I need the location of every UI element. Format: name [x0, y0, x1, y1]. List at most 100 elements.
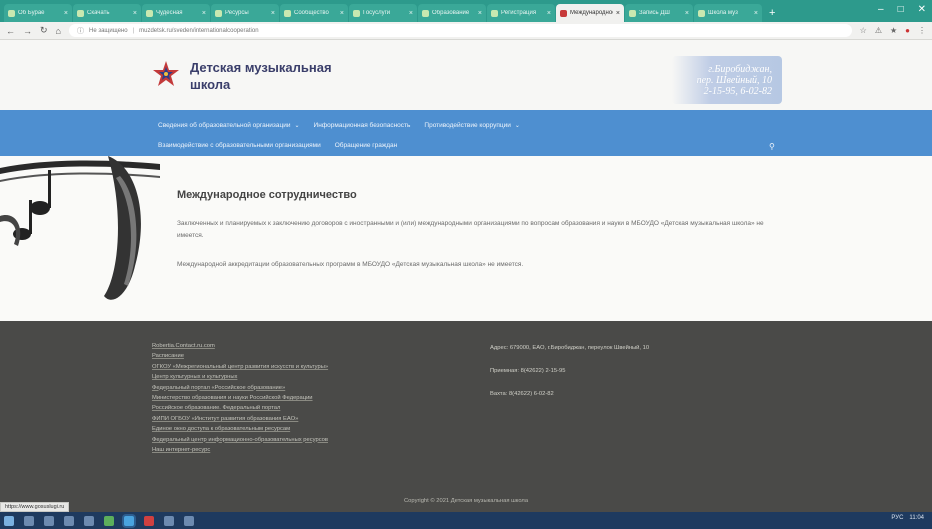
bookmark-star-icon[interactable]: ☆ — [860, 26, 867, 35]
warning-icon[interactable]: ⚠ — [875, 26, 882, 35]
nav-row-1: Сведения об образовательной организации ⌄… — [158, 122, 520, 129]
tab-close-icon[interactable]: × — [685, 10, 689, 17]
footer-link[interactable]: Единое окно доступа к образовательным ре… — [152, 424, 328, 434]
browser-tab[interactable]: Чудесная × — [142, 4, 210, 22]
reload-icon[interactable]: ↻ — [40, 25, 48, 36]
tab-label: Школа муз — [708, 10, 738, 16]
school-logo-icon[interactable] — [152, 60, 180, 90]
new-tab-button[interactable]: + — [769, 7, 775, 19]
app-green-icon[interactable] — [104, 515, 114, 526]
tab-close-icon[interactable]: × — [271, 10, 275, 17]
info-icon[interactable]: ⓘ — [77, 26, 84, 36]
browser-tab[interactable]: Образование × — [418, 4, 486, 22]
maximize-icon[interactable]: □ — [898, 4, 904, 15]
task-view-icon[interactable] — [44, 515, 54, 526]
link-status-bubble: https://www.gosuslugi.ru — [0, 502, 70, 512]
tab-close-icon[interactable]: × — [202, 10, 206, 17]
tab-close-icon[interactable]: × — [754, 10, 758, 17]
nav-item-label: Информационная безопасность — [313, 122, 411, 129]
browser-tab[interactable]: Госуслуги × — [349, 4, 417, 22]
main-navigation: Сведения об образовательной организации ⌄… — [0, 110, 932, 156]
tab-label: Регистрация — [501, 10, 537, 16]
nav-item[interactable]: Сведения об образовательной организации ⌄ — [158, 122, 300, 129]
browser-taskbar-icon[interactable] — [124, 515, 134, 526]
browser-tab[interactable]: Сообщество × — [280, 4, 348, 22]
forward-icon[interactable]: → — [23, 26, 32, 36]
footer-link[interactable]: Расписание — [152, 351, 328, 361]
footer-link[interactable]: Центр культурных и культурных — [152, 372, 328, 382]
tab-label: Запись ДШ — [639, 10, 670, 16]
url-security-label: Не защищено — [88, 27, 128, 34]
extension-icon[interactable]: ★ — [890, 26, 897, 35]
nav-item-label: Противодействие коррупции — [424, 122, 511, 129]
home-icon[interactable]: ⌂ — [56, 26, 61, 36]
tab-close-icon[interactable]: × — [547, 10, 551, 17]
footer-link[interactable]: Наш интернет-ресурс — [152, 445, 328, 455]
footer-link[interactable]: Министерство образования и науки Российс… — [152, 393, 328, 403]
tab-close-icon[interactable]: × — [616, 10, 620, 17]
url-field[interactable]: ⓘ Не защищено | muzdetsk.ru/sveden/inter… — [68, 24, 852, 37]
tray-language[interactable]: РУС — [891, 515, 903, 521]
browser-tab[interactable]: Ресурсы × — [211, 4, 279, 22]
app-store-icon[interactable] — [184, 515, 194, 526]
search-taskbar-icon[interactable] — [24, 515, 34, 526]
nav-item[interactable]: Противодействие коррупции ⌄ — [424, 122, 519, 129]
footer-link[interactable]: ФИПИ ОГБОУ «Институт развития образовани… — [152, 414, 328, 424]
tab-close-icon[interactable]: × — [409, 10, 413, 17]
nav-item[interactable]: Информационная безопасность — [314, 122, 411, 129]
tab-close-icon[interactable]: × — [133, 10, 137, 17]
tab-favicon-icon — [284, 9, 291, 17]
browser-tab[interactable]: Об Бурае × — [4, 4, 72, 22]
tab-favicon-icon — [77, 9, 84, 17]
browser-tab[interactable]: Международное × — [556, 4, 624, 22]
browser-tab[interactable]: Скачать × — [73, 4, 141, 22]
tab-favicon-icon — [491, 9, 498, 17]
cooperation-agreements-text: Заключенных и планируемых к заключению д… — [177, 220, 764, 239]
tab-favicon-icon — [422, 9, 429, 17]
profile-icon[interactable]: ● — [905, 26, 910, 35]
page-heading: Международное сотрудничество — [177, 189, 357, 201]
footer-links: Robertia.Contact.ru.com Расписание ОГКОУ «… — [152, 341, 328, 455]
tab-label: Сообщество — [294, 10, 329, 16]
site-title[interactable]: Детская музыкальная школа — [190, 59, 350, 93]
tab-close-icon[interactable]: × — [64, 10, 68, 17]
app-red-icon[interactable] — [144, 515, 154, 526]
tray-clock[interactable]: 11:04 — [909, 515, 924, 521]
nav-row-2: Взаимодействие с образовательными органи… — [158, 142, 397, 149]
nav-item[interactable]: Взаимодействие с образовательными органи… — [158, 142, 321, 149]
app-icon[interactable] — [84, 515, 94, 526]
footer-link[interactable]: Федеральный центр информационно-образова… — [152, 435, 328, 445]
chevron-down-icon[interactable]: ⌄ — [515, 123, 520, 129]
site-footer: Robertia.Contact.ru.com Расписание ОГКОУ «… — [0, 321, 932, 512]
tab-label: Об Бурае — [18, 10, 45, 16]
nav-item-label: Обращение граждан — [334, 142, 398, 149]
tab-close-icon[interactable]: × — [478, 10, 482, 17]
footer-link[interactable]: Федеральный портал «Российское образован… — [152, 383, 328, 393]
browser-tab[interactable]: Школа муз × — [694, 4, 762, 22]
browser-tab[interactable]: Регистрация × — [487, 4, 555, 22]
footer-link[interactable]: Robertia.Contact.ru.com — [152, 341, 328, 351]
menu-icon[interactable]: ⋮ — [918, 26, 926, 35]
window-controls: – □ ✕ — [878, 4, 926, 15]
tab-favicon-icon — [698, 9, 705, 17]
search-icon[interactable]: ⚲ — [769, 142, 775, 151]
explorer-icon[interactable] — [64, 515, 74, 526]
tab-close-icon[interactable]: × — [340, 10, 344, 17]
os-taskbar: РУС 11:04 — [0, 512, 932, 529]
footer-link[interactable]: ОГКОУ «Межрегиональный центр развития ис… — [152, 362, 328, 372]
tab-favicon-icon — [629, 9, 636, 17]
chevron-down-icon[interactable]: ⌄ — [295, 123, 300, 129]
start-menu-icon[interactable] — [4, 515, 14, 526]
back-icon[interactable]: ← — [6, 26, 15, 36]
tab-favicon-icon — [353, 9, 360, 17]
content-area: Международное сотрудничество Заключенных… — [0, 156, 932, 321]
close-window-icon[interactable]: ✕ — [918, 4, 926, 15]
app-blue-icon[interactable] — [164, 515, 174, 526]
tab-favicon-icon — [215, 9, 222, 17]
copyright: Copyright © 2021 Детская музыкальная шко… — [403, 498, 529, 504]
browser-tab[interactable]: Запись ДШ × — [625, 4, 693, 22]
nav-item-label: Взаимодействие с образовательными органи… — [158, 142, 321, 149]
footer-link[interactable]: Российское образование. Федеральный порт… — [152, 403, 328, 413]
minimize-icon[interactable]: – — [878, 4, 884, 15]
nav-item[interactable]: Обращение граждан — [335, 142, 398, 149]
